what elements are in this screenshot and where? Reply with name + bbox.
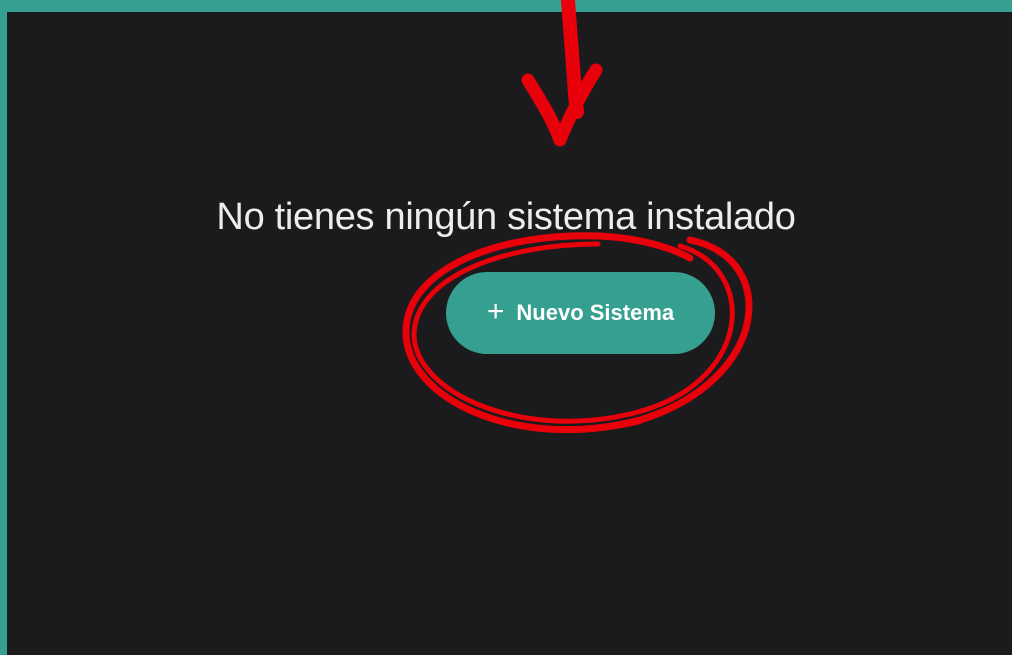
- plus-icon: +: [486, 294, 505, 328]
- new-system-button[interactable]: + Nuevo Sistema: [446, 272, 715, 354]
- screenshot-frame: No tienes ningún sistema instalado + Nue…: [0, 0, 1012, 655]
- empty-state-message: No tienes ningún sistema instalado: [216, 196, 796, 238]
- new-system-button-label: Nuevo Sistema: [516, 300, 675, 325]
